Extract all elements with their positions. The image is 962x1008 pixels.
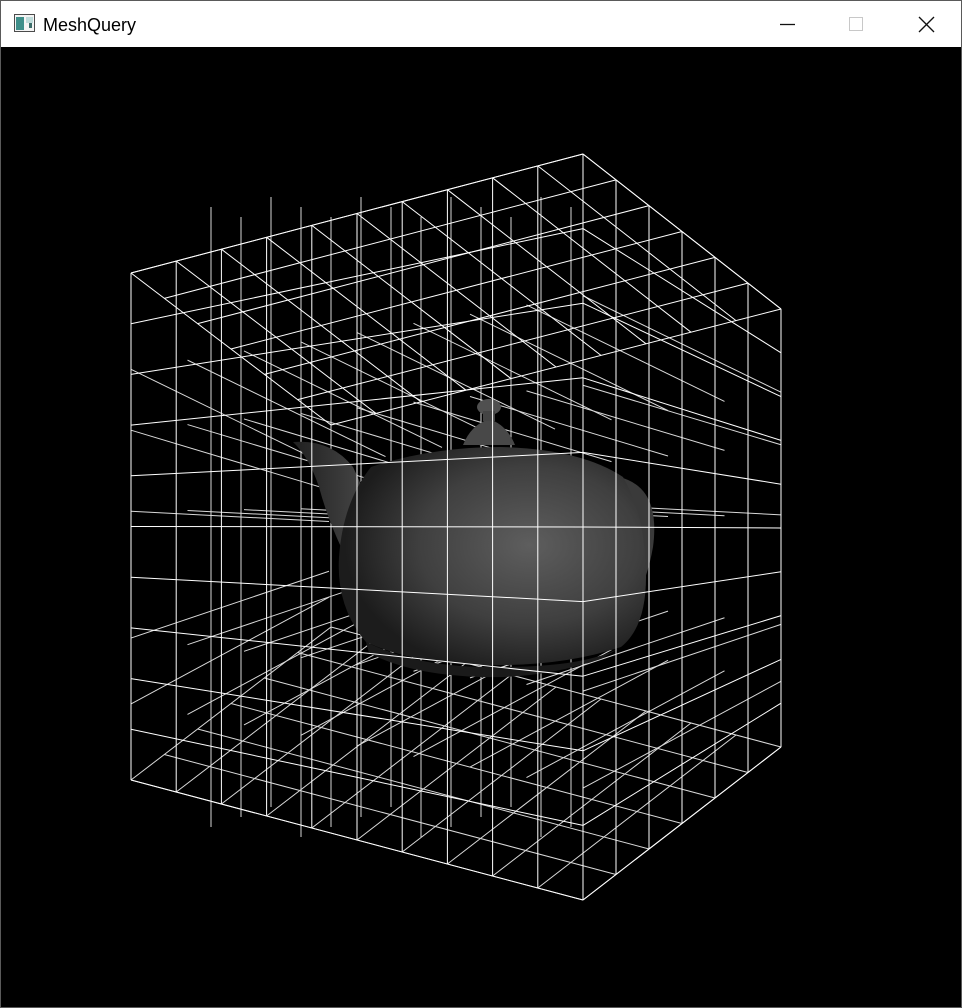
minimize-button[interactable] [753, 1, 823, 47]
close-button[interactable] [891, 1, 961, 47]
minimize-icon [780, 23, 795, 26]
grid-line [264, 256, 716, 375]
grid-line [230, 231, 683, 350]
grid-line [330, 308, 782, 426]
grid-line [297, 282, 749, 401]
maximize-button[interactable] [821, 1, 891, 47]
maximize-icon [849, 17, 863, 31]
octree-grid-lines [130, 153, 782, 901]
grid-line [130, 429, 330, 491]
grid-line [130, 570, 330, 639]
window-title: MeshQuery [43, 15, 137, 35]
grid-line [197, 728, 650, 850]
app-window: MeshQuery [0, 0, 962, 1008]
grid-line [264, 677, 716, 799]
grid-line [197, 205, 650, 325]
grid-line [164, 754, 617, 875]
grid-line [130, 368, 330, 467]
grid-line [526, 390, 725, 451]
grid-line [469, 313, 669, 412]
application-window-icon [14, 14, 35, 32]
grid-line [526, 304, 725, 402]
close-icon [918, 16, 935, 33]
grid-line [413, 322, 612, 421]
grid-line [130, 526, 584, 528]
3d-viewport[interactable] [1, 47, 961, 1007]
title-bar[interactable]: MeshQuery [1, 1, 961, 47]
teapot-mesh [293, 399, 655, 678]
grid-line [243, 350, 443, 448]
grid-line [130, 596, 330, 705]
grid-line [164, 179, 617, 299]
